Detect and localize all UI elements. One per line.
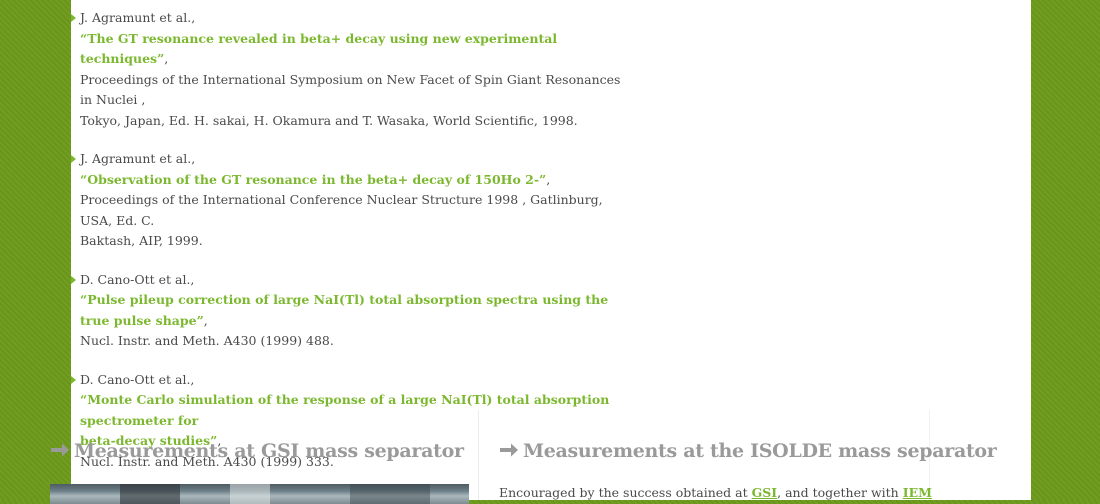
publication-title-link[interactable]: “Pulse pileup correction of large NaI(Tl… [80,292,608,328]
section-paragraph: Encouraged by the success obtained at GS… [499,483,932,503]
bullet-arrow-icon [71,275,76,284]
publication-authors: J. Agramunt et al., [80,151,196,166]
publication-source: Tokyo, Japan, Ed. H. sakai, H. Okamura a… [80,112,578,128]
publication-source: Baktash, AIP, 1999. [80,233,203,248]
publication-item: J. Agramunt et al., “Observation of the … [71,149,631,252]
section-columns: Measurements at GSI mass separator Measu… [50,410,997,504]
gsi-link[interactable]: GSI [752,485,778,500]
section-isolde: Measurements at the ISOLDE mass separato… [478,410,997,503]
section-gsi: Measurements at GSI mass separator [50,410,478,504]
paragraph-text: Encouraged by the success obtained at [499,485,748,500]
publication-title-link[interactable]: “The GT resonance revealed in beta+ deca… [80,31,557,67]
publication-source: Proceedings of the International Symposi… [80,71,621,108]
publication-source: Nucl. Instr. and Meth. A430 (1999) 488. [80,333,334,348]
publication-item: J. Agramunt et al., “The GT resonance re… [71,8,631,131]
section-heading-text: Measurements at GSI mass separator [74,440,464,462]
publication-authors: J. Agramunt et al., [80,10,196,25]
gsi-photo [50,484,469,504]
iem-link[interactable]: IEM [903,485,932,500]
publication-authors: D. Cano-Ott et al., [80,271,195,287]
publication-title-link[interactable]: “Observation of the GT resonance in the … [80,172,546,187]
section-heading-text: Measurements at the ISOLDE mass separato… [523,440,997,462]
publication-authors: D. Cano-Ott et al., [80,371,195,387]
arrow-right-icon [51,443,69,457]
arrow-right-icon [500,443,518,457]
publication-source: Proceedings of the International Confere… [80,192,603,228]
bullet-arrow-icon [71,14,76,22]
bullet-arrow-icon [71,375,76,384]
publication-item: D. Cano-Ott et al., “Pulse pileup correc… [71,270,631,352]
section-heading: Measurements at GSI mass separator [50,440,464,462]
bullet-arrow-icon [71,155,76,163]
section-heading: Measurements at the ISOLDE mass separato… [499,440,997,462]
paragraph-text: , and together with [777,485,899,500]
